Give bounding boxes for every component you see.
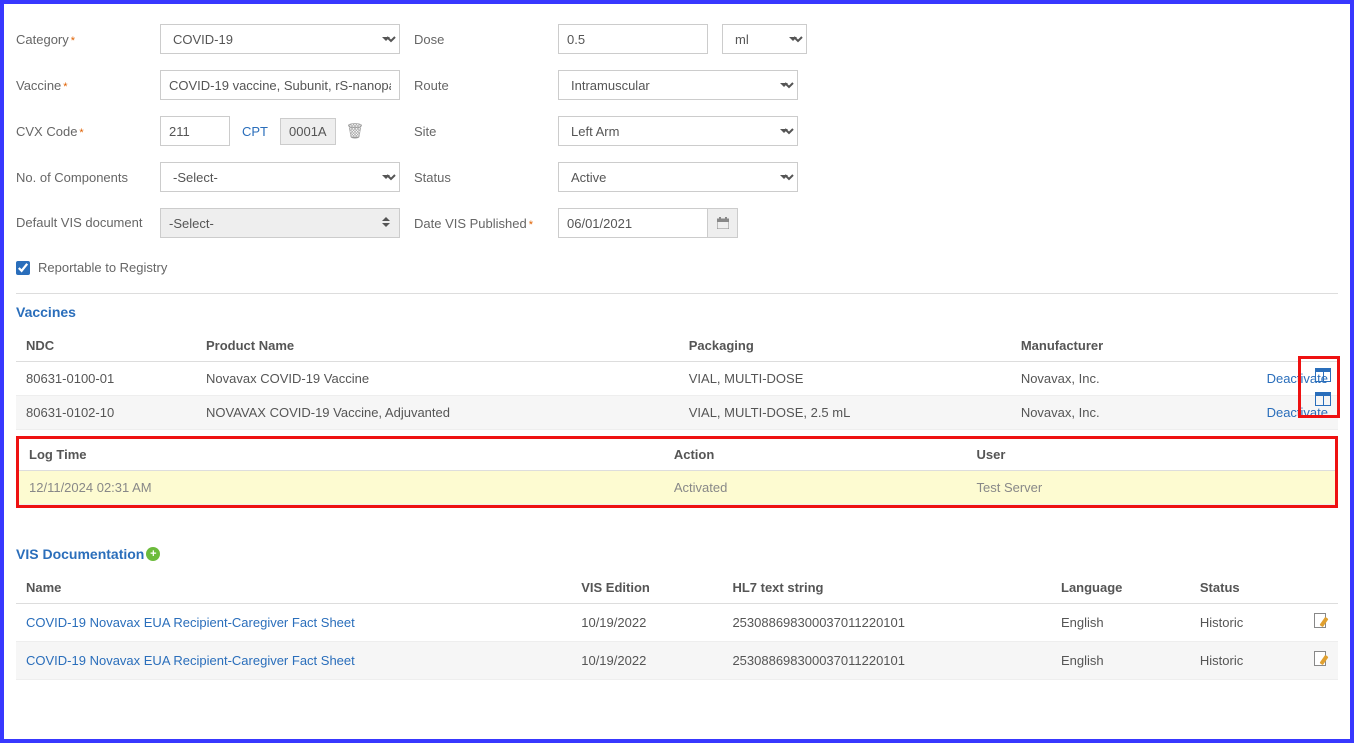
table-row: 80631-0102-10 NOVAVAX COVID-19 Vaccine, … [16,396,1338,430]
col-product: Product Name [196,330,679,362]
col-packaging: Packaging [679,330,1011,362]
table-row: COVID-19 Novavax EUA Recipient-Caregiver… [16,642,1338,680]
grid-icon[interactable] [1315,392,1331,406]
reportable-label: Reportable to Registry [38,260,167,275]
grid-icon[interactable] [1315,368,1331,382]
col-log-user: User [967,439,1336,471]
route-select[interactable]: Intramuscular [558,70,798,100]
col-log-action: Action [664,439,967,471]
cpt-code-display: 0001A [280,118,336,145]
calendar-icon[interactable] [708,208,738,238]
col-vis-hl7: HL7 text string [722,572,1051,604]
date-published-input[interactable] [558,208,708,238]
cpt-button[interactable]: CPT [240,120,270,143]
col-vis-lang: Language [1051,572,1190,604]
col-manufacturer: Manufacturer [1011,330,1198,362]
edit-icon[interactable] [1314,613,1328,629]
vis-doc-link[interactable]: COVID-19 Novavax EUA Recipient-Caregiver… [26,653,355,668]
components-label: No. of Components [16,170,146,185]
add-icon[interactable]: + [146,547,160,561]
log-highlight-box: Log Time Action User 12/11/2024 02:31 AM… [16,436,1338,508]
vaccines-table: NDC Product Name Packaging Manufacturer … [16,330,1338,430]
cvx-label: CVX Code* [16,124,146,139]
log-row: 12/11/2024 02:31 AM Activated Test Serve… [19,471,1335,505]
col-log-time: Log Time [19,439,664,471]
dose-unit-select[interactable]: ml [722,24,807,54]
route-label: Route [414,78,544,93]
dose-input[interactable] [558,24,708,54]
col-ndc: NDC [16,330,196,362]
default-vis-label: Default VIS document [16,215,146,232]
vis-doc-link[interactable]: COVID-19 Novavax EUA Recipient-Caregiver… [26,615,355,630]
default-vis-select[interactable]: -Select- [160,208,400,238]
vaccine-input[interactable] [160,70,400,100]
date-published-label: Date VIS Published* [414,216,544,231]
status-select[interactable]: Active [558,162,798,192]
edit-icon[interactable] [1314,651,1328,667]
vaccines-section-title: Vaccines [16,304,1338,320]
vaccine-form: Category* COVID-19 Dose ml Vaccine* Rout… [16,24,1338,238]
vis-table: Name VIS Edition HL7 text string Languag… [16,572,1338,680]
grid-icons-highlight [1298,356,1340,418]
vaccine-label: Vaccine* [16,78,146,93]
site-label: Site [414,124,544,139]
cvx-input[interactable] [160,116,230,146]
category-label: Category* [16,32,146,47]
category-select[interactable]: COVID-19 [160,24,400,54]
vis-section-title: VIS Documentation + [16,546,1338,562]
col-vis-status: Status [1190,572,1298,604]
reportable-checkbox[interactable] [16,261,30,275]
col-vis-name: Name [16,572,571,604]
table-row: 80631-0100-01 Novavax COVID-19 Vaccine V… [16,362,1338,396]
status-label: Status [414,170,544,185]
dose-label: Dose [414,32,544,47]
table-row: COVID-19 Novavax EUA Recipient-Caregiver… [16,604,1338,642]
col-vis-edition: VIS Edition [571,572,722,604]
trash-icon[interactable]: 🗑 [346,122,365,140]
site-select[interactable]: Left Arm [558,116,798,146]
components-select[interactable]: -Select- [160,162,400,192]
